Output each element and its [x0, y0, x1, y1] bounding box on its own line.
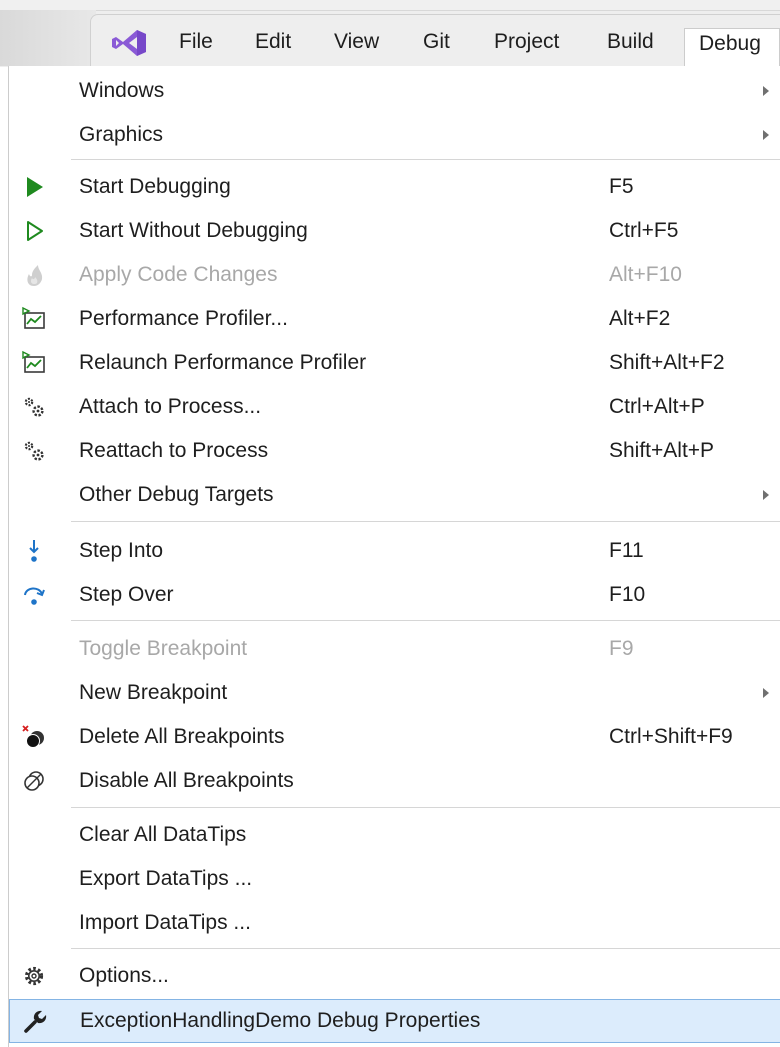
menu-build[interactable]: Build: [607, 30, 654, 54]
menu-item-label: Graphics: [79, 123, 164, 146]
menu-item-relaunch-performance-profiler[interactable]: Relaunch Performance Profiler Shift+Alt+…: [9, 341, 780, 385]
menu-item-shortcut: Alt+F2: [609, 307, 671, 330]
menu-item-debug-properties[interactable]: ExceptionHandlingDemo Debug Properties: [9, 999, 780, 1043]
menu-item-shortcut: F11: [609, 539, 644, 562]
menu-item-label: ExceptionHandlingDemo Debug Properties: [80, 1009, 481, 1032]
play-outline-icon: [27, 221, 43, 241]
gears-icon: [24, 397, 44, 417]
menu-separator: [71, 948, 780, 949]
menu-item-step-into[interactable]: Step Into F11: [9, 529, 780, 573]
menu-item-label: Start Without Debugging: [79, 219, 308, 242]
menu-item-shortcut: Ctrl+Alt+P: [609, 395, 705, 418]
menu-item-label: Step Into: [79, 539, 164, 562]
menu-item-shortcut: Shift+Alt+P: [609, 439, 715, 462]
menu-item-options[interactable]: Options...: [9, 954, 780, 998]
menu-item-attach-to-process[interactable]: Attach to Process... Ctrl+Alt+P: [9, 385, 780, 429]
flame-icon: [27, 265, 43, 286]
menu-separator: [71, 159, 780, 160]
menu-item-label: Export DataTips ...: [79, 867, 253, 890]
menu-item-apply-code-changes: Apply Code Changes Alt+F10: [9, 253, 780, 297]
menu-project[interactable]: Project: [494, 30, 559, 54]
menubar-left-shadow: [0, 10, 96, 66]
menu-item-delete-all-breakpoints[interactable]: Delete All Breakpoints Ctrl+Shift+F9: [9, 715, 780, 759]
menu-item-label: Step Over: [79, 583, 174, 606]
debug-dropdown-menu: Windows Graphics Start Debugging F5 Star…: [8, 66, 780, 1047]
menu-item-label: Other Debug Targets: [79, 483, 274, 506]
submenu-arrow-icon: [763, 130, 769, 140]
step-over-icon: [24, 587, 45, 605]
menu-item-shortcut: Alt+F10: [609, 263, 682, 286]
step-into-icon: [29, 540, 39, 562]
menu-item-label: Options...: [79, 964, 169, 987]
menu-item-label: Reattach to Process: [79, 439, 269, 462]
menu-item-start-debugging[interactable]: Start Debugging F5: [9, 165, 780, 209]
performance-profiler-icon: [22, 350, 45, 373]
menu-debug[interactable]: Debug: [684, 28, 780, 68]
menu-edit[interactable]: Edit: [255, 30, 291, 54]
gears-icon: [24, 441, 44, 461]
menu-item-other-debug-targets[interactable]: Other Debug Targets: [9, 473, 780, 517]
menu-item-label: Apply Code Changes: [79, 263, 278, 286]
menu-file[interactable]: File: [179, 30, 213, 54]
delete-breakpoints-icon: [22, 725, 44, 748]
menu-item-export-datatips[interactable]: Export DataTips ...: [9, 857, 780, 901]
wrench-icon: [24, 1010, 47, 1033]
visual-studio-logo-icon[interactable]: [111, 29, 147, 57]
menu-separator: [71, 807, 780, 808]
menu-item-shortcut: F5: [609, 175, 634, 198]
menu-item-performance-profiler[interactable]: Performance Profiler... Alt+F2: [9, 297, 780, 341]
play-filled-icon: [27, 177, 43, 197]
screenshot-root: File Edit View Git Project Build Debug W…: [0, 0, 780, 1047]
menu-item-shortcut: Ctrl+Shift+F9: [609, 725, 733, 748]
menu-item-disable-all-breakpoints[interactable]: Disable All Breakpoints: [9, 759, 780, 803]
menu-item-step-over[interactable]: Step Over F10: [9, 573, 780, 617]
menu-git[interactable]: Git: [423, 30, 450, 54]
menu-item-label: Import DataTips ...: [79, 911, 251, 934]
menu-item-clear-all-datatips[interactable]: Clear All DataTips: [9, 813, 780, 857]
menu-view[interactable]: View: [334, 30, 379, 54]
menu-item-label: Windows: [79, 79, 165, 102]
menu-item-new-breakpoint[interactable]: New Breakpoint: [9, 671, 780, 715]
menu-item-windows[interactable]: Windows: [9, 69, 780, 113]
menu-item-label: Toggle Breakpoint: [79, 637, 248, 660]
menu-item-label: Start Debugging: [79, 175, 231, 198]
submenu-arrow-icon: [763, 688, 769, 698]
menu-separator: [71, 620, 780, 621]
gear-icon: [24, 966, 44, 986]
menu-item-graphics[interactable]: Graphics: [9, 113, 780, 157]
disable-breakpoints-icon: [24, 771, 44, 791]
menu-item-shortcut: F9: [609, 637, 634, 660]
menu-item-label: Clear All DataTips: [79, 823, 247, 846]
menu-item-shortcut: Ctrl+F5: [609, 219, 679, 242]
menu-item-shortcut: F10: [609, 583, 646, 606]
menu-separator: [71, 521, 780, 522]
performance-profiler-icon: [22, 306, 45, 329]
menu-item-label: Relaunch Performance Profiler: [79, 351, 367, 374]
menu-item-start-without-debugging[interactable]: Start Without Debugging Ctrl+F5: [9, 209, 780, 253]
menu-item-label: Disable All Breakpoints: [79, 769, 294, 792]
submenu-arrow-icon: [763, 86, 769, 96]
menu-item-import-datatips[interactable]: Import DataTips ...: [9, 901, 780, 945]
menu-item-label: New Breakpoint: [79, 681, 228, 704]
menu-item-shortcut: Shift+Alt+F2: [609, 351, 725, 374]
menu-item-label: Delete All Breakpoints: [79, 725, 285, 748]
submenu-arrow-icon: [763, 490, 769, 500]
menu-item-label: Performance Profiler...: [79, 307, 288, 330]
menu-item-reattach-to-process[interactable]: Reattach to Process Shift+Alt+P: [9, 429, 780, 473]
menu-item-label: Attach to Process...: [79, 395, 262, 418]
window-top-strip: [0, 0, 780, 10]
menu-item-toggle-breakpoint: Toggle Breakpoint F9: [9, 627, 780, 671]
